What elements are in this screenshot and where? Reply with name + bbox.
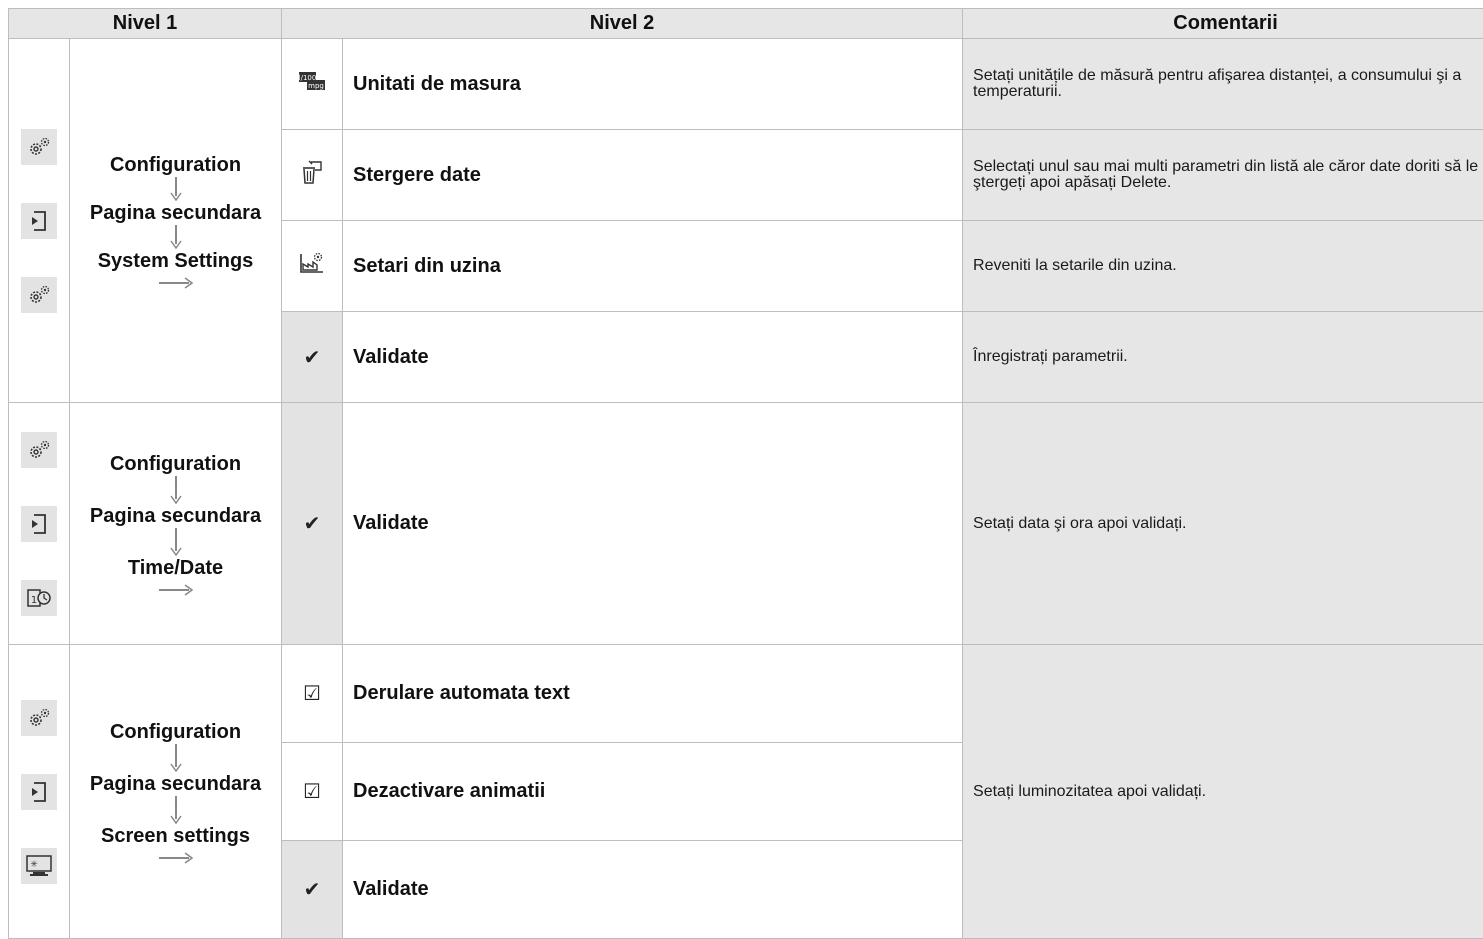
menu-item-label[interactable]: Unitati de masura bbox=[343, 39, 963, 130]
comment-cell: Setați luminozitatea apoi validați. bbox=[963, 645, 1483, 939]
page-next-icon bbox=[21, 203, 57, 239]
right-arrow-icon bbox=[159, 852, 193, 864]
validate-label[interactable]: Validate bbox=[343, 403, 963, 645]
header-row: Nivel 1 Nivel 2 Comentarii bbox=[9, 9, 1483, 39]
table-row: Configuration Pagina secundara System Se… bbox=[9, 39, 1483, 130]
gears-icon bbox=[21, 432, 57, 468]
nivel1-flow: Configuration Pagina secundara System Se… bbox=[70, 39, 282, 403]
flow-step: Configuration bbox=[70, 720, 281, 744]
flow-step: Screen settings bbox=[70, 824, 281, 848]
flow-step: Configuration bbox=[70, 452, 281, 476]
page-next-icon bbox=[21, 774, 57, 810]
comment-cell: Înregistrați parametrii. bbox=[963, 312, 1483, 403]
gears-icon bbox=[21, 129, 57, 165]
validate-label[interactable]: Validate bbox=[343, 841, 963, 939]
svg-text:✳: ✳ bbox=[30, 860, 38, 870]
flow-step: Pagina secundara bbox=[70, 201, 281, 225]
down-arrow-icon bbox=[170, 744, 182, 772]
table-row: 1 Configuration Pagina secundara Time/Da… bbox=[9, 403, 1483, 645]
down-arrow-icon bbox=[170, 796, 182, 824]
validate-label[interactable]: Validate bbox=[343, 312, 963, 403]
checkbox-icon[interactable]: ☑ bbox=[282, 645, 343, 743]
flow-step: Time/Date bbox=[70, 556, 281, 580]
factory-settings-icon bbox=[282, 221, 343, 312]
gears-icon bbox=[21, 700, 57, 736]
comment-cell: Setați data şi ora apoi validați. bbox=[963, 403, 1483, 645]
menu-item-label[interactable]: Stergere date bbox=[343, 130, 963, 221]
down-arrow-icon bbox=[170, 528, 182, 556]
gears-icon bbox=[21, 277, 57, 313]
header-nivel2: Nivel 2 bbox=[282, 9, 963, 39]
comment-cell: Setați unitățile de măsură pentru afişar… bbox=[963, 39, 1483, 130]
flow-step: Configuration bbox=[70, 153, 281, 177]
page-next-icon bbox=[21, 506, 57, 542]
comment-cell: Selectați unul sau mai multi parametri d… bbox=[963, 130, 1483, 221]
menu-item-label[interactable]: Dezactivare animatii bbox=[343, 743, 963, 841]
comment-cell: Reveniti la setarile din uzina. bbox=[963, 221, 1483, 312]
check-icon: ✔ bbox=[282, 403, 343, 645]
right-arrow-icon bbox=[159, 584, 193, 596]
nivel1-flow: Configuration Pagina secundara Time/Date bbox=[70, 403, 282, 645]
down-arrow-icon bbox=[170, 225, 182, 249]
menu-item-label[interactable]: Derulare automata text bbox=[343, 645, 963, 743]
checkbox-icon[interactable]: ☑ bbox=[282, 743, 343, 841]
nivel1-flow: Configuration Pagina secundara Screen se… bbox=[70, 645, 282, 939]
units-mpg-icon: l/100mpg bbox=[282, 39, 343, 130]
check-icon: ✔ bbox=[282, 841, 343, 939]
settings-table: Nivel 1 Nivel 2 Comentarii Configuration bbox=[8, 8, 1483, 939]
svg-text:1: 1 bbox=[31, 595, 37, 606]
calendar-clock-icon: 1 bbox=[21, 580, 57, 616]
table-row: ✳ Configuration Pagina secundara Screen … bbox=[9, 645, 1483, 743]
flow-step: Pagina secundara bbox=[70, 504, 281, 528]
header-comentarii: Comentarii bbox=[963, 9, 1483, 39]
nivel1-icons: 1 bbox=[9, 403, 70, 645]
header-nivel1: Nivel 1 bbox=[9, 9, 282, 39]
check-icon: ✔ bbox=[282, 312, 343, 403]
nivel1-icons bbox=[9, 39, 70, 403]
down-arrow-icon bbox=[170, 177, 182, 201]
right-arrow-icon bbox=[159, 277, 193, 289]
nivel1-icons: ✳ bbox=[9, 645, 70, 939]
down-arrow-icon bbox=[170, 476, 182, 504]
screen-brightness-icon: ✳ bbox=[21, 848, 57, 884]
delete-data-icon bbox=[282, 130, 343, 221]
flow-step: Pagina secundara bbox=[70, 772, 281, 796]
svg-text:mpg: mpg bbox=[308, 82, 324, 90]
menu-item-label[interactable]: Setari din uzina bbox=[343, 221, 963, 312]
flow-step: System Settings bbox=[70, 249, 281, 273]
